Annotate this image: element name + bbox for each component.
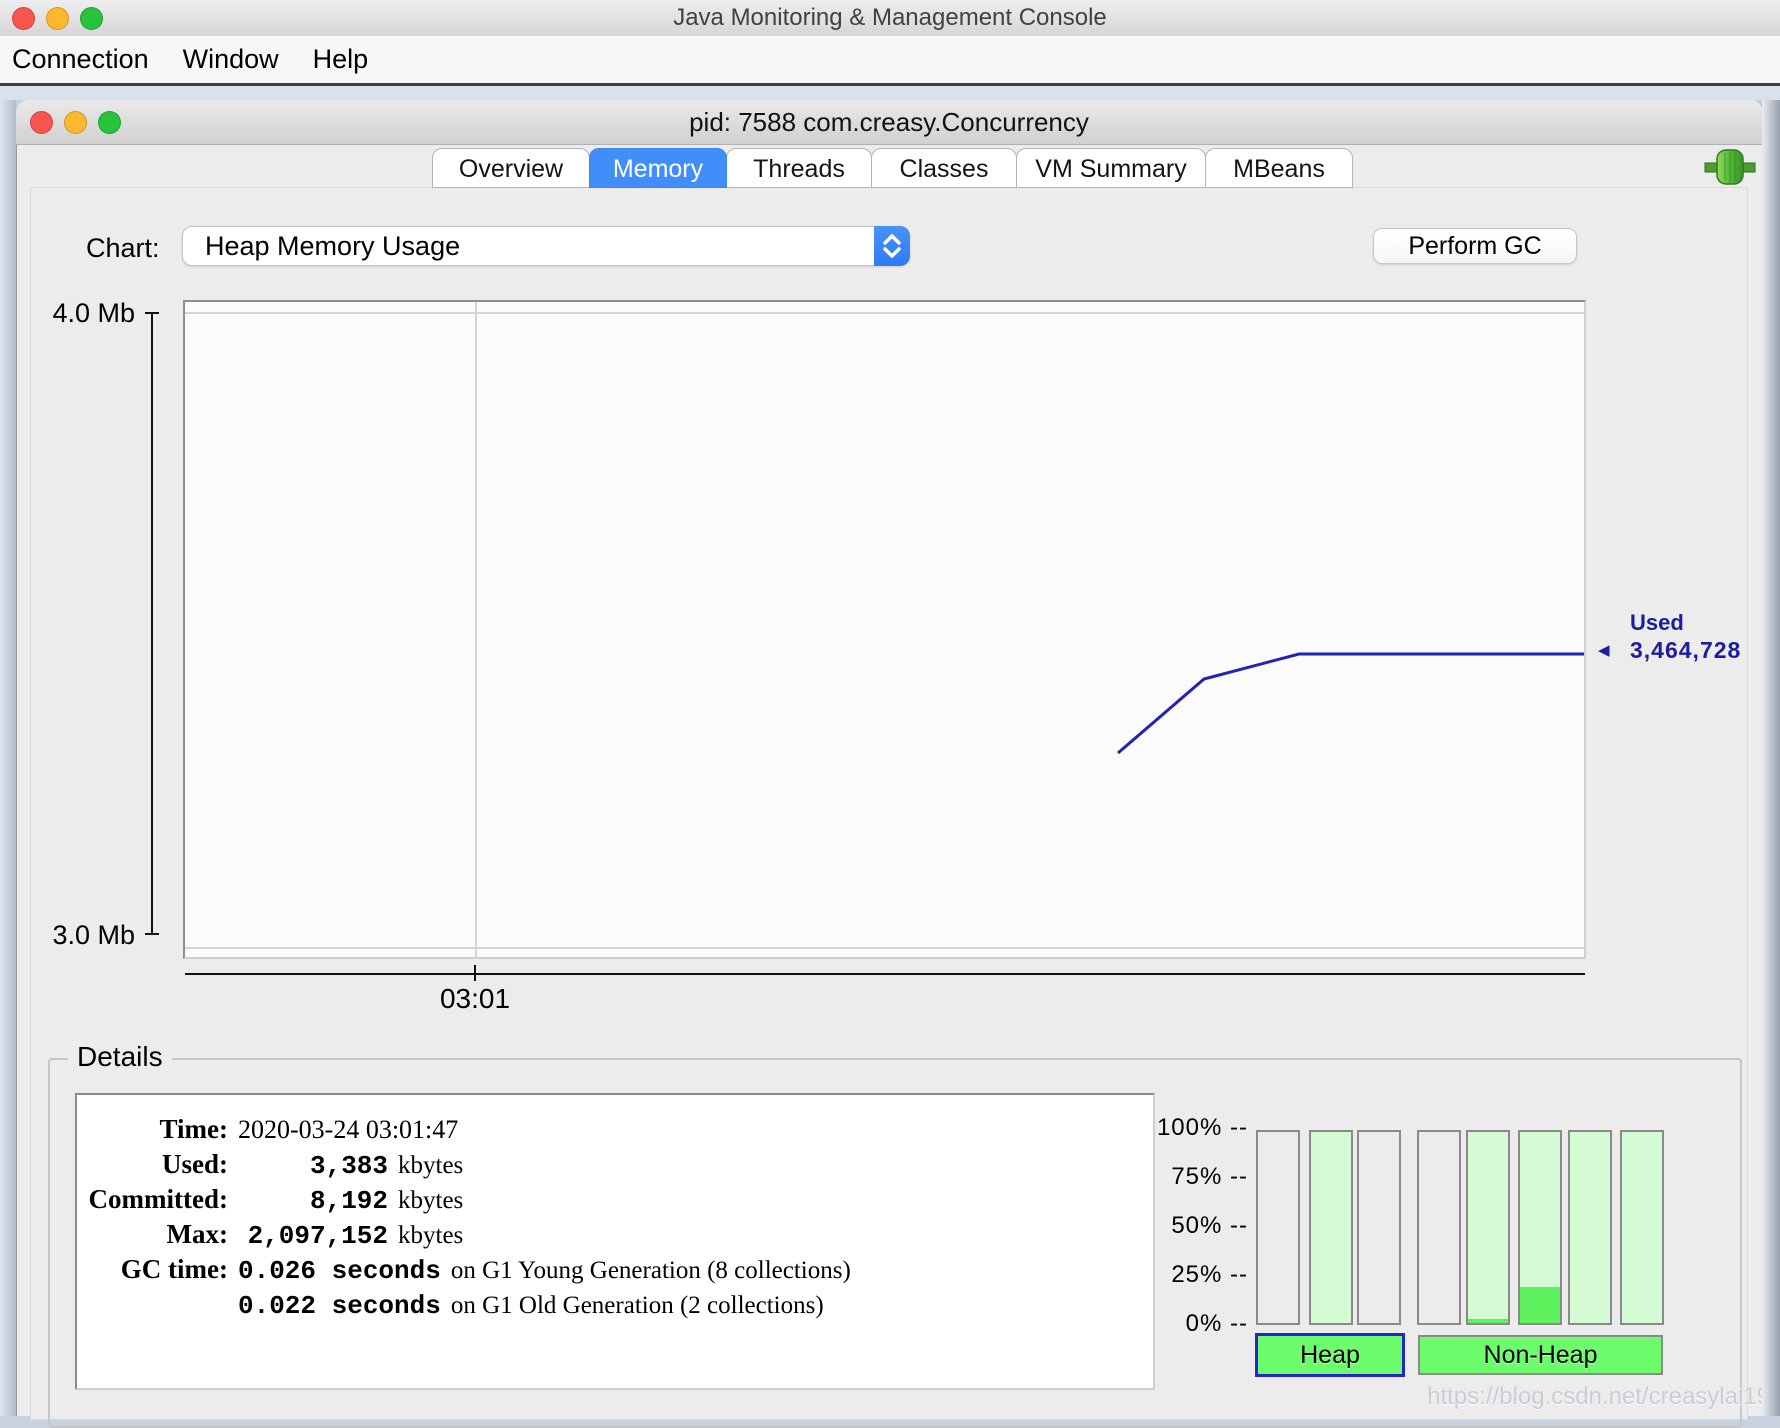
detail-row-time: Time: 2020-03-24 03:01:47 xyxy=(80,1112,1120,1147)
inner-zoom-button[interactable] xyxy=(98,111,121,134)
bar-axis-label-25pct: 25% -- xyxy=(1100,1260,1248,1290)
detail-row-gc-time-2: 0.022 seconds on G1 Old Generation (2 col… xyxy=(80,1287,1120,1322)
close-button[interactable] xyxy=(12,7,35,30)
detail-label: Committed: xyxy=(80,1182,228,1217)
usage-bar-non-heap-4 xyxy=(1417,1130,1461,1325)
y-axis-top-tick xyxy=(145,312,159,314)
window-background-band xyxy=(0,86,1780,100)
details-group-label: Details xyxy=(68,1040,172,1074)
y-axis-bottom-tick xyxy=(145,933,159,935)
detail-unit: kbytes xyxy=(398,1187,463,1214)
detail-label: GC time: xyxy=(80,1252,228,1287)
usage-bar-heap-3 xyxy=(1357,1130,1401,1325)
inner-minimize-button[interactable] xyxy=(64,111,87,134)
detail-unit: on G1 Old Generation (2 collections) xyxy=(451,1292,824,1319)
menubar: Connection Window Help xyxy=(0,36,1780,86)
usage-bar-non-heap-7 xyxy=(1568,1130,1612,1325)
y-axis-top-label: 4.0 Mb xyxy=(20,298,135,328)
detail-value: 0.022 seconds on G1 Old Generation (2 col… xyxy=(238,1287,824,1322)
chart-select-value: Heap Memory Usage xyxy=(205,226,460,266)
tab-mbeans[interactable]: MBeans xyxy=(1205,148,1353,188)
menu-help[interactable]: Help xyxy=(313,36,369,83)
zoom-button[interactable] xyxy=(80,7,103,30)
window-left-edge xyxy=(0,100,16,1416)
usage-bar-non-heap-6 xyxy=(1518,1130,1562,1325)
detail-number: 0.026 seconds xyxy=(238,1256,441,1286)
window-title: Java Monitoring & Management Console xyxy=(0,0,1780,36)
chart-select-stepper[interactable] xyxy=(874,226,910,266)
tab-classes[interactable]: Classes xyxy=(871,148,1017,188)
menu-window[interactable]: Window xyxy=(183,36,279,83)
detail-row-used: Used: 3,383 kbytes xyxy=(80,1147,1120,1182)
x-axis-line xyxy=(185,973,1585,975)
usage-bar-non-heap-5 xyxy=(1466,1130,1510,1325)
usage-bar-used-fill xyxy=(1520,1287,1560,1323)
menu-connection[interactable]: Connection xyxy=(12,36,149,83)
bar-axis-label-50pct: 50% -- xyxy=(1100,1211,1248,1241)
detail-value: 3,383 kbytes xyxy=(238,1147,463,1182)
heap-usage-chart-plot xyxy=(183,300,1586,959)
chart-label: Chart: xyxy=(86,229,160,267)
tab-memory[interactable]: Memory xyxy=(589,148,727,188)
window-right-edge xyxy=(1762,100,1780,1416)
tab-threads[interactable]: Threads xyxy=(726,148,872,188)
usage-bar-non-heap-8 xyxy=(1620,1130,1664,1325)
usage-bar-used-fill xyxy=(1468,1319,1508,1323)
tab-overview[interactable]: Overview xyxy=(432,148,590,188)
x-axis-tick-label: 03:01 xyxy=(415,982,535,1016)
outer-traffic-lights xyxy=(12,7,103,30)
detail-label: Used: xyxy=(80,1147,228,1182)
detail-number: 8,192 xyxy=(238,1184,388,1219)
outer-window-titlebar[interactable]: Java Monitoring & Management Console xyxy=(0,0,1780,37)
detail-number: 2,097,152 xyxy=(238,1219,388,1254)
detail-number: 0.022 seconds xyxy=(238,1291,441,1321)
series-marker-name: Used xyxy=(1630,610,1684,636)
tab-bar: OverviewMemoryThreadsClassesVM SummaryMB… xyxy=(433,148,1353,188)
detail-unit: kbytes xyxy=(398,1222,463,1249)
detail-value: 8,192 kbytes xyxy=(238,1182,463,1217)
detail-row-max: Max: 2,097,152 kbytes xyxy=(80,1217,1120,1252)
watermark-text: https://blog.csdn.net/creasylai19 xyxy=(1400,1383,1770,1411)
bar-axis-label-100pct: 100% -- xyxy=(1100,1113,1248,1143)
detail-row-committed: Committed: 8,192 kbytes xyxy=(80,1182,1120,1217)
details-rows: Time: 2020-03-24 03:01:47 Used: 3,383 kbytes… xyxy=(80,1112,1120,1322)
series-marker-value: 3,464,728 xyxy=(1630,637,1741,664)
non-heap-button[interactable]: Non-Heap xyxy=(1418,1335,1663,1375)
tab-vm-summary[interactable]: VM Summary xyxy=(1016,148,1206,188)
detail-label: Max: xyxy=(80,1217,228,1252)
x-axis-tick xyxy=(474,965,476,981)
bar-axis-label-75pct: 75% -- xyxy=(1100,1162,1248,1192)
connection-status-icon xyxy=(1704,148,1756,186)
y-axis-line xyxy=(151,313,153,935)
connection-window-title: pid: 7588 com.creasy.Concurrency xyxy=(16,100,1762,145)
detail-unit: on G1 Young Generation (8 collections) xyxy=(451,1257,851,1284)
usage-bar-heap-1 xyxy=(1256,1130,1300,1325)
detail-value: 2,097,152 kbytes xyxy=(238,1217,463,1252)
detail-value: 2020-03-24 03:01:47 xyxy=(238,1112,458,1147)
heap-usage-line-chart xyxy=(185,302,1584,957)
perform-gc-button[interactable]: Perform GC xyxy=(1373,228,1577,264)
detail-number: 3,383 xyxy=(238,1149,388,1184)
detail-value: 0.026 seconds on G1 Young Generation (8 c… xyxy=(238,1252,851,1287)
detail-unit: kbytes xyxy=(398,1152,463,1179)
stepper-chevrons-icon xyxy=(874,226,910,266)
inner-traffic-lights xyxy=(30,111,121,134)
detail-label xyxy=(80,1287,228,1322)
series-marker-arrow-icon: ◀ xyxy=(1598,641,1610,659)
inner-close-button[interactable] xyxy=(30,111,53,134)
minimize-button[interactable] xyxy=(46,7,69,30)
y-axis-bottom-label: 3.0 Mb xyxy=(20,920,135,950)
detail-row-gc-time: GC time: 0.026 seconds on G1 Young Generat… xyxy=(80,1252,1120,1287)
heap-button[interactable]: Heap xyxy=(1255,1333,1405,1377)
detail-label: Time: xyxy=(80,1112,228,1147)
bar-axis-label-0pct: 0% -- xyxy=(1100,1309,1248,1339)
used-memory-line xyxy=(1118,654,1584,753)
usage-bar-heap-2 xyxy=(1309,1130,1353,1325)
